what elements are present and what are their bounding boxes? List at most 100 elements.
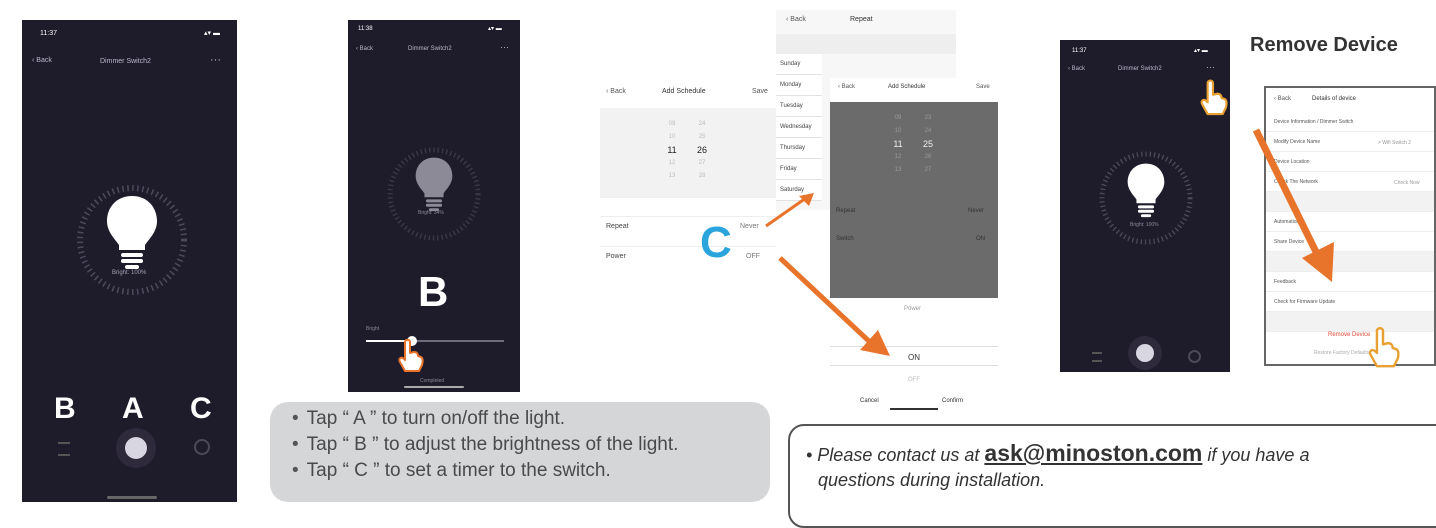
instruction-a: Tap “ A ” to turn on/off the light. — [292, 406, 770, 432]
chevron-left-icon: ‹ — [32, 57, 35, 64]
power-button[interactable] — [1128, 336, 1162, 370]
schedule-title: Add Schedule — [662, 88, 706, 95]
option-off-label: OFF — [908, 377, 920, 383]
status-time: 11:37 — [1072, 48, 1087, 54]
brightness-slider[interactable] — [366, 336, 504, 346]
label-c: C — [190, 392, 212, 425]
picker-value[interactable]: 10 — [888, 125, 908, 138]
picker-value[interactable]: 10 — [662, 131, 682, 144]
power-value: OFF — [746, 253, 760, 260]
sheet-title: Power — [904, 306, 922, 312]
more-button[interactable]: ··· — [500, 42, 509, 52]
pointing-hand-icon — [1368, 327, 1400, 368]
details-title: Details of device — [1312, 96, 1357, 102]
confirm-button[interactable]: Confirm — [942, 398, 963, 404]
option-on-label: ON — [908, 353, 920, 362]
picker-value[interactable]: 23 — [918, 112, 938, 125]
power-label: Power — [606, 253, 626, 260]
timer-button[interactable] — [194, 439, 210, 455]
bulb-icon[interactable] — [412, 154, 456, 214]
contact-prefix: • Please contact us at — [806, 445, 985, 465]
picker-value[interactable]: 25 — [918, 138, 938, 151]
save-button[interactable]: Save — [976, 84, 990, 90]
brightness-button[interactable] — [1092, 352, 1102, 362]
home-indicator — [404, 386, 464, 388]
picker-value[interactable]: 11 — [662, 144, 682, 157]
label-b: B — [418, 268, 449, 315]
day-option-wednesday[interactable]: Wednesday — [776, 117, 822, 138]
slider-label: Bright — [366, 326, 380, 332]
picker-value[interactable]: 13 — [662, 170, 682, 183]
chevron-left-icon: ‹ — [1068, 66, 1070, 72]
back-button[interactable]: ‹ Back — [838, 84, 855, 90]
device-title: Dimmer Switch2 — [408, 46, 452, 52]
timer-button[interactable] — [1188, 350, 1201, 363]
remove-device-heading: Remove Device — [1250, 34, 1398, 56]
minute-column[interactable]: 23 24 25 26 27 — [918, 112, 938, 177]
instruction-c: Tap “ C ” to set a timer to the switch. — [292, 458, 770, 484]
hour-column[interactable]: 09 10 11 12 13 — [662, 118, 682, 183]
save-button[interactable]: Save — [752, 88, 768, 95]
arrow-to-repeat — [765, 193, 814, 228]
picker-value[interactable]: 24 — [918, 125, 938, 138]
minute-column[interactable]: 24 25 26 27 28 — [692, 118, 712, 183]
back-button[interactable]: ‹ Back — [356, 46, 373, 52]
day-option-tuesday[interactable]: Tuesday — [776, 96, 822, 117]
power-button[interactable] — [116, 428, 156, 468]
contact-line-2: questions during installation. — [818, 470, 1046, 490]
network-value: Check Now — [1394, 180, 1420, 186]
back-button[interactable]: ‹ Back — [606, 88, 626, 95]
pointing-hand-icon — [1200, 79, 1228, 116]
back-button[interactable]: ‹ Back — [1068, 66, 1085, 72]
label-c: C — [700, 218, 732, 267]
picker-value[interactable]: 24 — [692, 118, 712, 131]
picker-value[interactable]: 12 — [888, 151, 908, 164]
picker-value[interactable]: 28 — [692, 170, 712, 183]
picker-value[interactable]: 09 — [888, 112, 908, 125]
picker-value[interactable]: 13 — [888, 164, 908, 177]
hour-column[interactable]: 09 10 11 12 13 — [888, 112, 908, 177]
picker-value[interactable]: 25 — [692, 131, 712, 144]
signal-icon: ▴▾ ▬ — [204, 30, 220, 37]
instructions-panel: Tap “ A ” to turn on/off the light. Tap … — [270, 402, 770, 502]
home-indicator — [890, 408, 938, 410]
remove-device-button[interactable]: Remove Device — [1328, 332, 1370, 338]
picker-value[interactable]: 27 — [918, 164, 938, 177]
restore-defaults-button[interactable]: Restore Factory Defaults — [1314, 350, 1369, 356]
brightness-button[interactable] — [58, 442, 70, 456]
day-option-sunday[interactable]: Sunday — [776, 54, 822, 75]
picker-value[interactable]: 09 — [662, 118, 682, 131]
back-button[interactable]: ‹ Back — [786, 16, 806, 23]
time-picker[interactable]: 09 10 11 12 13 24 25 26 27 28 — [600, 108, 776, 198]
more-button[interactable]: ··· — [1206, 62, 1215, 72]
power-row[interactable]: Power OFF — [600, 246, 776, 269]
day-option-monday[interactable]: Monday — [776, 75, 822, 96]
chevron-left-icon: ‹ — [606, 88, 609, 95]
picker-value[interactable]: 12 — [662, 157, 682, 170]
repeat-value: Never — [968, 208, 985, 214]
signal-icon: ▴▾ ▬ — [488, 26, 502, 32]
home-indicator — [107, 496, 157, 499]
contact-email-link[interactable]: ask@minoston.com — [984, 440, 1202, 466]
chevron-left-icon: ‹ — [356, 46, 358, 52]
status-time: 11:38 — [358, 26, 373, 32]
repeat-row[interactable]: Repeat Never — [600, 216, 776, 239]
bulb-icon[interactable] — [1124, 160, 1168, 220]
back-button[interactable]: ‹ Back — [32, 57, 52, 64]
chevron-left-icon: ‹ — [838, 84, 840, 90]
chevron-left-icon: ‹ — [1274, 96, 1276, 102]
bulb-icon[interactable] — [102, 192, 162, 272]
more-button[interactable]: ··· — [210, 54, 221, 66]
details-row[interactable]: Check for Firmware Update — [1266, 292, 1434, 312]
phone-screen-brightness: 11:38 ▴▾ ▬ ‹ Back Dimmer Switch2 ··· Bri… — [348, 20, 520, 392]
option-off[interactable]: OFF — [830, 368, 998, 386]
cancel-button[interactable]: Cancel — [860, 398, 879, 404]
picker-value[interactable]: 11 — [888, 138, 908, 151]
day-option-thursday[interactable]: Thursday — [776, 138, 822, 159]
picker-value[interactable]: 26 — [692, 144, 712, 157]
completed-button[interactable]: Completed — [420, 378, 444, 384]
picker-value[interactable]: 26 — [918, 151, 938, 164]
day-option-friday[interactable]: Friday — [776, 159, 822, 180]
picker-value[interactable]: 27 — [692, 157, 712, 170]
back-button[interactable]: ‹ Back — [1274, 96, 1291, 102]
